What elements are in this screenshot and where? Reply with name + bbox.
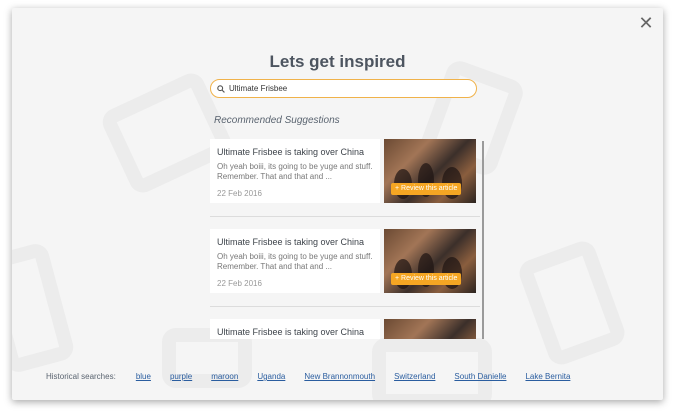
suggestions-list: Ultimate Frisbee is taking over China Oh… xyxy=(210,139,483,339)
card-text: Ultimate Frisbee is taking over China Oh… xyxy=(210,139,380,203)
card-excerpt: Oh yeah boiii, its going to be yuge and … xyxy=(217,252,373,271)
card-title: Ultimate Frisbee is taking over China xyxy=(217,327,365,337)
historical-searches: Historical searches: blue purple maroon … xyxy=(46,372,589,381)
history-link-south-danielle[interactable]: South Danielle xyxy=(454,372,506,381)
card-date: 22 Feb 2016 xyxy=(217,279,262,288)
card-title: Ultimate Frisbee is taking over China xyxy=(217,147,365,157)
history-link-lake-bernita[interactable]: Lake Bernita xyxy=(525,372,570,381)
card-title: Ultimate Frisbee is taking over China xyxy=(217,237,365,247)
history-link-uganda[interactable]: Uganda xyxy=(257,372,285,381)
card-text: Ultimate Frisbee is taking over China xyxy=(210,319,380,339)
card-excerpt: Oh yeah boiii, its going to be yuge and … xyxy=(217,162,373,181)
card-date: 22 Feb 2016 xyxy=(217,189,262,198)
historical-searches-label: Historical searches: xyxy=(46,372,116,381)
suggestion-card[interactable]: Ultimate Frisbee is taking over China xyxy=(210,319,480,339)
divider xyxy=(210,306,480,307)
list-scrollbar[interactable] xyxy=(482,141,484,339)
card-text: Ultimate Frisbee is taking over China Oh… xyxy=(210,229,380,293)
divider xyxy=(210,216,480,217)
modal: ✕ Lets get inspired Recommended Suggesti… xyxy=(12,8,663,400)
search-icon xyxy=(217,84,225,93)
history-link-new-brannonmouth[interactable]: New Brannonmouth xyxy=(304,372,375,381)
review-article-button[interactable]: + Review this article xyxy=(391,273,462,285)
history-link-switzerland[interactable]: Switzerland xyxy=(394,372,435,381)
card-thumbnail: + Review this article xyxy=(384,229,476,293)
card-thumbnail: + Review this article xyxy=(384,139,476,203)
history-link-blue[interactable]: blue xyxy=(136,372,151,381)
suggestions-heading: Recommended Suggestions xyxy=(214,115,340,126)
search-input[interactable] xyxy=(229,84,476,93)
history-link-maroon[interactable]: maroon xyxy=(211,372,238,381)
search-bar[interactable] xyxy=(210,79,477,98)
close-icon[interactable]: ✕ xyxy=(637,14,655,32)
modal-title: Lets get inspired xyxy=(269,52,406,71)
review-article-button[interactable]: + Review this article xyxy=(391,183,462,195)
card-thumbnail xyxy=(384,319,476,339)
history-link-purple[interactable]: purple xyxy=(170,372,192,381)
